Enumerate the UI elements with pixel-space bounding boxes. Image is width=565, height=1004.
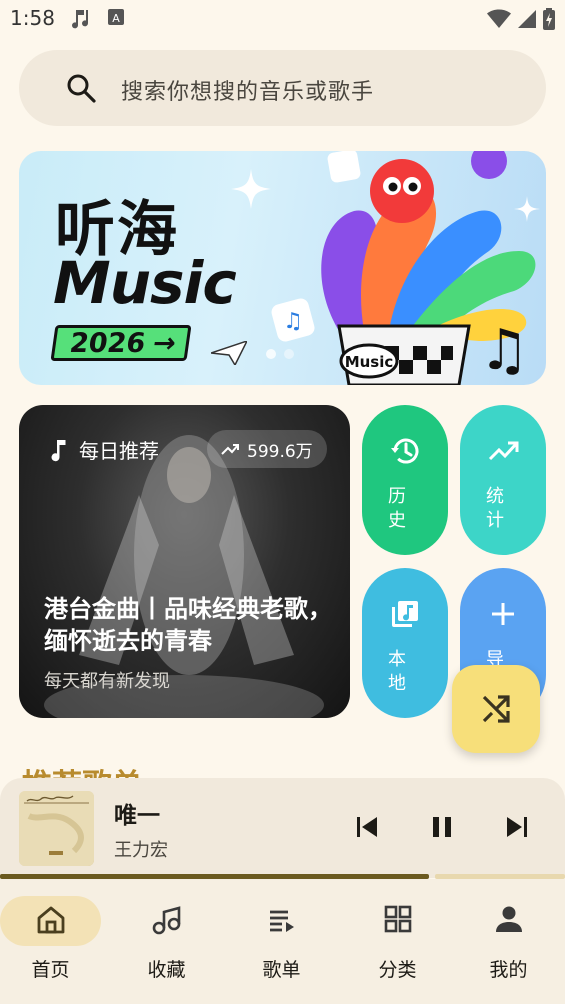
- banner-dot: [284, 349, 294, 359]
- banner-subtitle: Music: [53, 249, 237, 317]
- status-time: 1:58: [10, 6, 55, 30]
- music-note-icon: [51, 439, 66, 461]
- home-icon: [37, 906, 65, 934]
- banner-year: 2026: [67, 327, 148, 359]
- mini-player[interactable]: 唯一 王力宏: [0, 778, 565, 878]
- shuffle-button[interactable]: [452, 665, 540, 753]
- nav-label-categories: 分类: [378, 959, 417, 981]
- nav-label-profile: 我的: [489, 959, 528, 981]
- search-placeholder: 搜索你想搜的音乐或歌手: [121, 80, 375, 105]
- music-note-icon: [152, 906, 180, 935]
- paper-plane-icon: [211, 341, 247, 365]
- shuffle-icon: [482, 695, 510, 723]
- history-button[interactable]: 历史: [362, 405, 448, 555]
- history-icon: [391, 438, 419, 464]
- nav-label-playlists: 歌单: [262, 959, 301, 981]
- nav-item-favorites[interactable]: 收藏: [110, 879, 223, 1004]
- pause-icon[interactable]: [430, 814, 454, 840]
- arrow-right-icon: →: [150, 327, 178, 359]
- daily-label: 每日推荐: [79, 439, 159, 463]
- local-label: 本地: [388, 649, 406, 694]
- song-title: 唯一: [114, 803, 160, 829]
- local-music-button[interactable]: 本地: [362, 568, 448, 718]
- banner-indicator: [266, 349, 294, 359]
- stats-label: 统计: [486, 486, 504, 531]
- nav-item-profile[interactable]: 我的: [452, 879, 565, 1004]
- nav-label-favorites: 收藏: [147, 959, 186, 981]
- nav-item-categories[interactable]: 分类: [341, 879, 454, 1004]
- search-bar[interactable]: 搜索你想搜的音乐或歌手: [19, 50, 546, 126]
- signal-icon: [518, 10, 536, 28]
- grid-icon: [384, 905, 411, 933]
- daily-recommend-card[interactable]: 每日推荐 599.6万 港台金曲丨品味经典老歌，缅怀逝去的青春 每天都有新发现: [19, 405, 350, 718]
- daily-title: 港台金曲丨品味经典老歌，缅怀逝去的青春: [44, 595, 332, 655]
- svg-text:♫: ♫: [283, 309, 303, 334]
- battery-icon: [543, 8, 555, 30]
- daily-subtitle: 每天都有新发现: [44, 671, 170, 692]
- status-bar: 1:58 A: [0, 0, 565, 38]
- plus-icon: [492, 603, 514, 625]
- album-art: [19, 791, 94, 866]
- banner-year-badge: 2026 →: [50, 325, 192, 361]
- search-icon: [67, 74, 96, 103]
- svg-text:♫: ♫: [479, 318, 529, 383]
- play-count-badge: 599.6万: [207, 430, 327, 468]
- nav-label-home: 首页: [31, 959, 70, 981]
- promo-banner[interactable]: 听海 Music 2026 → Music ♫ ♫: [19, 151, 546, 385]
- trending-up-icon: [221, 444, 239, 455]
- next-icon[interactable]: [505, 814, 529, 840]
- stats-button[interactable]: 统计: [460, 405, 546, 555]
- banner-illustration: Music ♫ ♫: [271, 151, 540, 385]
- wifi-icon: [487, 9, 511, 28]
- nav-item-playlists[interactable]: 歌单: [225, 879, 338, 1004]
- music-notification-icon: [72, 10, 89, 29]
- previous-icon[interactable]: [355, 814, 379, 840]
- app-notification-icon: A: [108, 9, 124, 25]
- notification-icons: A: [68, 7, 126, 31]
- play-count: 599.6万: [247, 441, 313, 462]
- library-music-icon: [392, 601, 418, 627]
- sparkle-icon: [231, 169, 271, 209]
- song-artist: 王力宏: [114, 840, 168, 861]
- trending-icon: [488, 441, 519, 461]
- banner-dot: [266, 349, 276, 359]
- history-label: 历史: [388, 486, 406, 531]
- nav-item-home[interactable]: 首页: [0, 879, 113, 1004]
- banner-cup-label: Music: [345, 353, 394, 371]
- album-cover[interactable]: [19, 791, 94, 866]
- daily-header: 每日推荐: [47, 435, 159, 464]
- person-icon: [495, 906, 522, 932]
- svg-text:A: A: [112, 12, 120, 25]
- playlist-icon: [269, 910, 294, 932]
- bottom-nav: 首页 收藏 歌单 分类 我的: [0, 879, 565, 1004]
- system-icons: [487, 8, 555, 30]
